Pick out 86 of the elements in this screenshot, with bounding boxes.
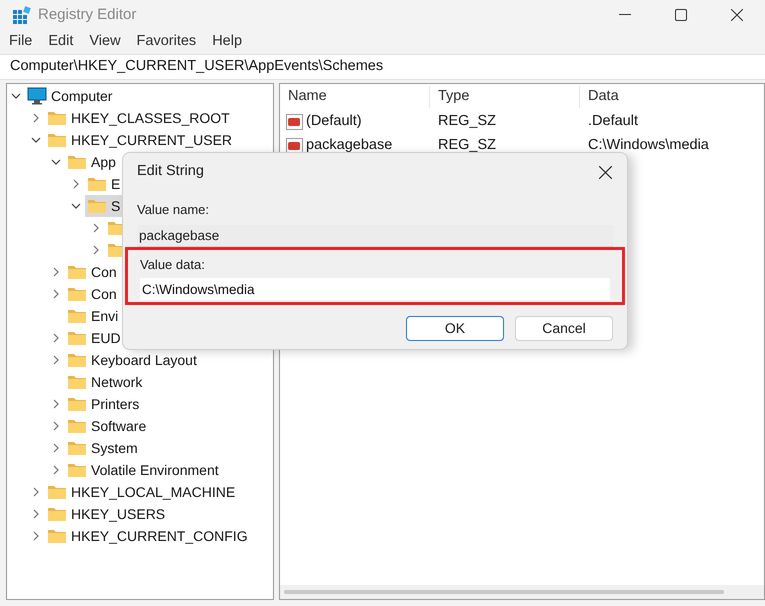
scrollbar-thumb[interactable] (284, 590, 724, 594)
chevron-right-icon[interactable] (31, 509, 41, 519)
field-label: Value data: (140, 256, 206, 274)
folder-icon (47, 506, 67, 522)
menu-item[interactable]: Favorites (132, 31, 202, 53)
tree-item[interactable]: Con (65, 283, 121, 305)
value-name[interactable]: (Default) (306, 111, 362, 133)
tree-item[interactable]: Printers (65, 393, 144, 415)
dialog-title: Edit String (137, 162, 204, 182)
chevron-right-icon[interactable] (51, 399, 61, 409)
folder-icon (87, 198, 107, 214)
folder-icon (67, 374, 87, 390)
chevron-right-icon[interactable] (51, 333, 61, 343)
tree-item[interactable]: App (65, 151, 120, 173)
minimize-icon (619, 14, 631, 16)
chevron-right-icon[interactable] (51, 465, 61, 475)
close-icon (598, 166, 612, 178)
tree-item[interactable]: Con (65, 261, 121, 283)
folder-icon (47, 528, 67, 544)
string-value-icon (286, 137, 304, 155)
value-data-field[interactable]: C:\Windows\media (140, 278, 610, 300)
tree-item[interactable]: Keyboard Layout (65, 349, 201, 371)
field-label: Value name: (137, 201, 210, 219)
chevron-right-icon[interactable] (71, 179, 81, 189)
value-name-field[interactable]: packagebase (137, 224, 613, 246)
menu-item[interactable]: Edit (43, 31, 78, 53)
menu-item[interactable]: File (4, 31, 38, 53)
tree-item[interactable]: EUD (65, 327, 125, 349)
tree-item[interactable]: Envi (65, 305, 122, 327)
folder-icon (67, 462, 87, 478)
tree-item[interactable]: System (65, 437, 142, 459)
tree-item[interactable]: S (85, 195, 124, 217)
menu-item[interactable]: Help (207, 31, 248, 53)
tree-item[interactable]: HKEY_CLASSES_ROOT (45, 107, 234, 129)
chevron-down-icon[interactable] (51, 157, 61, 167)
chevron-right-icon[interactable] (91, 223, 101, 233)
tree-item[interactable]: HKEY_LOCAL_MACHINE (45, 481, 240, 503)
chevron-right-icon[interactable] (31, 487, 41, 497)
tree-item[interactable]: Computer (25, 85, 116, 107)
column-header[interactable]: Type (429, 86, 579, 108)
folder-icon (67, 352, 87, 368)
chevron-right-icon[interactable] (51, 421, 61, 431)
menu-item[interactable]: View (84, 31, 126, 53)
column-header[interactable]: Name (280, 86, 429, 108)
chevron-right-icon[interactable] (31, 531, 41, 541)
folder-icon (67, 418, 87, 434)
folder-icon (67, 264, 87, 280)
chevron-right-icon[interactable] (51, 267, 61, 277)
folder-icon (67, 396, 87, 412)
dialog-button[interactable]: Cancel (515, 316, 613, 341)
tree-item[interactable]: HKEY_CURRENT_CONFIG (45, 525, 252, 547)
chevron-down-icon[interactable] (11, 91, 21, 101)
tree-item[interactable]: HKEY_USERS (45, 503, 170, 525)
folder-icon (67, 154, 87, 170)
folder-icon (47, 110, 67, 126)
dialog-button[interactable]: OK (406, 316, 504, 341)
tree-item[interactable]: E (85, 173, 124, 195)
value-type: REG_SZ (437, 112, 498, 132)
chevron-right-icon[interactable] (51, 355, 61, 365)
tree-item[interactable]: HKEY_CURRENT_USER (45, 129, 236, 151)
folder-icon (67, 308, 87, 324)
monitor-icon (27, 87, 47, 105)
chevron-down-icon[interactable] (31, 135, 41, 145)
tree-item[interactable]: Volatile Environment (65, 459, 223, 481)
maximize-icon (675, 9, 687, 21)
tree-item[interactable]: Software (65, 415, 150, 437)
registry-icon (12, 5, 32, 25)
chevron-right-icon[interactable] (91, 245, 101, 255)
value-data: .Default (587, 112, 639, 132)
window-title: Registry Editor (38, 4, 136, 25)
tree-item[interactable]: Network (65, 371, 146, 393)
string-value-icon (286, 113, 304, 131)
folder-icon (87, 176, 107, 192)
chevron-right-icon[interactable] (31, 113, 41, 123)
folder-icon (67, 330, 87, 346)
close-icon (731, 9, 743, 21)
chevron-right-icon[interactable] (51, 443, 61, 453)
chevron-down-icon[interactable] (71, 201, 81, 211)
folder-icon (47, 132, 67, 148)
folder-icon (67, 286, 87, 302)
column-header[interactable]: Data (579, 86, 764, 108)
value-data: C:\Windows\media (587, 136, 710, 156)
folder-icon (67, 440, 87, 456)
chevron-right-icon[interactable] (51, 289, 61, 299)
folder-icon (47, 484, 67, 500)
value-type: REG_SZ (437, 136, 498, 156)
